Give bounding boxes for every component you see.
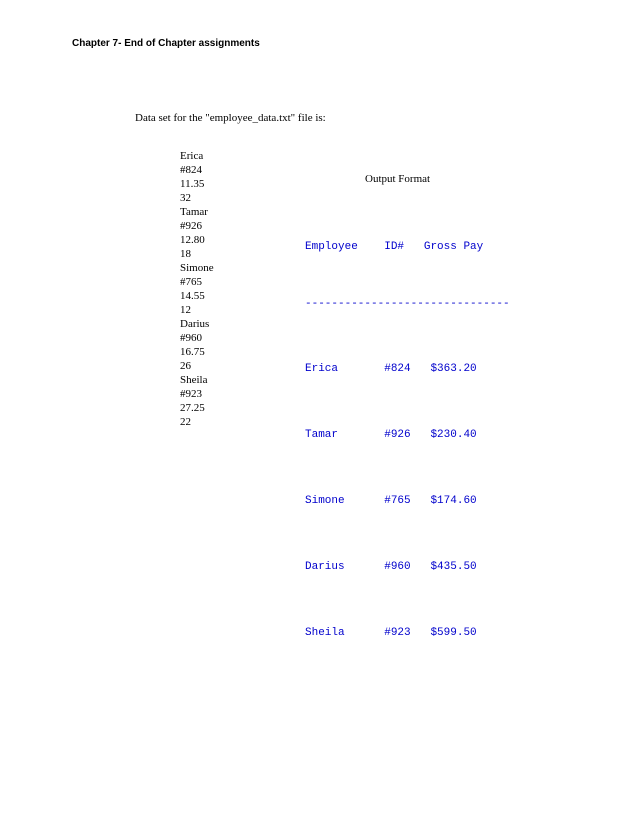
header-employee: Employee [305,241,358,253]
header-id: ID# [384,241,404,253]
data-line: Simone [180,261,214,275]
cell-employee: Tamar [305,429,338,441]
cell-pay: $363.20 [430,363,476,375]
cell-id: #926 [384,429,410,441]
subtitle: Data set for the "employee_data.txt" fil… [135,112,326,124]
cell-id: #923 [384,627,410,639]
data-line: 12.80 [180,233,214,247]
cell-pay: $599.50 [430,627,476,639]
cell-employee: Sheila [305,627,345,639]
cell-employee: Darius [305,561,345,573]
data-line: 16.75 [180,345,214,359]
data-line: Darius [180,317,214,331]
cell-pay: $230.40 [430,429,476,441]
data-line: 12 [180,303,214,317]
cell-id: #824 [384,363,410,375]
data-line: 27.25 [180,401,214,415]
data-line: 32 [180,191,214,205]
data-line: #960 [180,331,214,345]
table-row: Sheila #923 $599.50 [305,622,510,644]
cell-employee: Simone [305,495,345,507]
data-line: #824 [180,163,214,177]
output-header: Employee ID# Gross Pay [305,240,510,254]
output-table: Employee ID# Gross Pay -----------------… [305,196,510,666]
data-line: #923 [180,387,214,401]
data-line: Erica [180,149,214,163]
table-row: Simone #765 $174.60 [305,490,510,512]
cell-pay: $435.50 [430,561,476,573]
table-row: Erica #824 $363.20 [305,358,510,380]
table-row: Darius #960 $435.50 [305,556,510,578]
data-line: 26 [180,359,214,373]
data-line: #765 [180,275,214,289]
data-line: 11.35 [180,177,214,191]
table-row: Tamar #926 $230.40 [305,424,510,446]
page-title: Chapter 7- End of Chapter assignments [72,38,260,49]
cell-id: #765 [384,495,410,507]
data-line: #926 [180,219,214,233]
cell-pay: $174.60 [430,495,476,507]
cell-id: #960 [384,561,410,573]
data-line: 22 [180,415,214,429]
data-line: Tamar [180,205,214,219]
data-line: 18 [180,247,214,261]
cell-employee: Erica [305,363,338,375]
output-title: Output Format [365,173,430,185]
divider: ------------------------------- [305,298,510,310]
data-list: Erica #824 11.35 32 Tamar #926 12.80 18 … [180,149,214,429]
header-pay: Gross Pay [424,241,483,253]
data-line: 14.55 [180,289,214,303]
data-line: Sheila [180,373,214,387]
